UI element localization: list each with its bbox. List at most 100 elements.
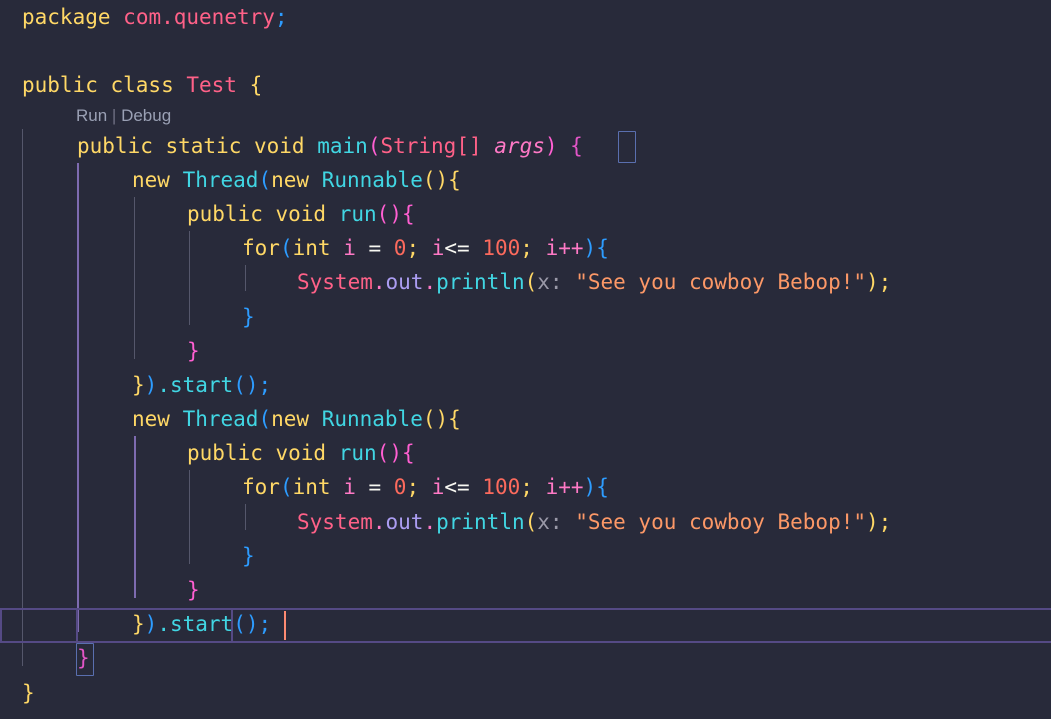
codelens-debug-link[interactable]: Debug xyxy=(121,106,171,125)
code-line-class-decl[interactable]: public class Test { xyxy=(0,68,1051,102)
paren-close: ) xyxy=(144,612,158,637)
paren-close: ) xyxy=(583,236,597,261)
class-system: System xyxy=(297,270,373,295)
indent-guide-active xyxy=(134,436,136,598)
parens: () xyxy=(376,441,402,466)
type-runnable: Runnable xyxy=(321,167,423,192)
codelens-run-link[interactable]: Run xyxy=(76,106,107,125)
method-name-run: run xyxy=(338,441,377,466)
semicolon: ; xyxy=(878,509,892,534)
operator-assign: = xyxy=(355,475,394,500)
inlay-parameter-hint[interactable]: x: xyxy=(537,510,575,534)
text-cursor xyxy=(284,611,286,640)
code-line-thread-start-2[interactable]: }).start(); xyxy=(0,607,1051,641)
code-content[interactable]: package com.quenetry; public class Test … xyxy=(0,0,1051,710)
string-literal: "See you cowboy Bebop!" xyxy=(575,509,867,534)
code-line-new-thread-1[interactable]: new Thread(new Runnable(){ xyxy=(0,163,1051,197)
operator-lte: <= xyxy=(444,236,470,261)
code-line-run-method-2[interactable]: public void run(){ xyxy=(0,436,1051,470)
code-line-new-thread-2[interactable]: new Thread(new Runnable(){ xyxy=(0,402,1051,436)
brace-close-for: } xyxy=(242,304,255,329)
code-line-close-for-1[interactable]: } xyxy=(0,300,1051,334)
paren-open: ( xyxy=(524,509,538,534)
type-thread: Thread xyxy=(182,167,259,192)
code-line-blank[interactable] xyxy=(0,34,1051,68)
dot: . xyxy=(372,270,386,295)
code-line-close-main[interactable]: } xyxy=(0,641,1051,675)
code-line-thread-start-1[interactable]: }).start(); xyxy=(0,368,1051,402)
indent-guide-active xyxy=(77,163,79,632)
paren-close: ) xyxy=(544,133,558,158)
brace-open: { xyxy=(596,236,609,261)
method-name-main: main xyxy=(317,133,368,158)
keyword-public-class: public class xyxy=(22,73,174,98)
dot: . xyxy=(157,372,170,397)
parens: () xyxy=(233,612,259,637)
type-thread: Thread xyxy=(182,407,259,432)
type-runnable: Runnable xyxy=(321,407,423,432)
paren-open: ( xyxy=(258,167,272,192)
code-line-close-for-2[interactable]: } xyxy=(0,539,1051,573)
keyword-public-void: public void xyxy=(187,441,327,466)
variable-i: i xyxy=(343,475,356,500)
variable-i: i xyxy=(431,236,445,261)
code-line-close-class[interactable]: } xyxy=(0,676,1051,710)
code-line-println-2[interactable]: System.out.println(x: "See you cowboy Be… xyxy=(0,505,1051,539)
semicolon: ; xyxy=(258,612,272,637)
code-line-run-method-1[interactable]: public void run(){ xyxy=(0,197,1051,231)
semicolon: ; xyxy=(878,270,892,295)
code-line-for-loop-1[interactable]: for(int i = 0; i<= 100; i++){ xyxy=(0,231,1051,265)
parens: () xyxy=(376,201,402,226)
method-name-run: run xyxy=(338,201,377,226)
literal-zero: 0 xyxy=(393,475,407,500)
operator-lte: <= xyxy=(444,475,470,500)
codelens-run-debug[interactable]: Run | Debug xyxy=(0,103,1051,129)
code-line-main-signature[interactable]: public static void main(String[] args) { xyxy=(0,129,1051,163)
brace-open: { xyxy=(448,407,461,432)
operator-assign: = xyxy=(355,236,394,261)
indent-guide xyxy=(22,129,23,666)
dot: . xyxy=(372,509,386,534)
code-editor[interactable]: package com.quenetry; public class Test … xyxy=(0,0,1051,719)
field-out: out xyxy=(385,509,424,534)
semicolon: ; xyxy=(520,236,546,261)
operator-increment: ++ xyxy=(558,475,584,500)
semicolon: ; xyxy=(258,372,272,397)
indent-guide xyxy=(189,470,190,564)
paren-close: ) xyxy=(866,509,879,534)
brace-open: { xyxy=(401,441,415,466)
paren-open: ( xyxy=(367,133,381,158)
inlay-parameter-hint[interactable]: x: xyxy=(537,270,575,294)
code-line-for-loop-2[interactable]: for(int i = 0; i<= 100; i++){ xyxy=(0,470,1051,504)
keyword-int: int xyxy=(292,475,331,500)
code-line-println-1[interactable]: System.out.println(x: "See you cowboy Be… xyxy=(0,265,1051,299)
paren-open: ( xyxy=(279,475,293,500)
semicolon: ; xyxy=(274,5,288,29)
brace-open: { xyxy=(596,475,609,500)
keyword-new: new xyxy=(132,407,170,432)
code-line-package[interactable]: package com.quenetry; xyxy=(0,0,1051,34)
brace-close: } xyxy=(132,372,145,397)
keyword-package: package xyxy=(22,5,111,29)
keyword-for: for xyxy=(242,236,280,261)
code-line-close-run-2[interactable]: } xyxy=(0,573,1051,607)
method-println: println xyxy=(436,509,525,534)
indent-guide xyxy=(245,504,246,530)
semicolon: ; xyxy=(406,236,432,261)
literal-hundred: 100 xyxy=(482,475,521,500)
param-name-args: args xyxy=(494,133,545,158)
variable-i: i xyxy=(431,475,445,500)
brace-close-for: } xyxy=(242,543,255,568)
keyword-new: new xyxy=(271,407,310,432)
method-start: start xyxy=(169,612,234,637)
paren-close: ) xyxy=(144,372,158,397)
parens: () xyxy=(422,407,449,432)
code-line-close-run-1[interactable]: } xyxy=(0,334,1051,368)
paren-close: ) xyxy=(866,270,879,295)
paren-open: ( xyxy=(279,236,293,261)
